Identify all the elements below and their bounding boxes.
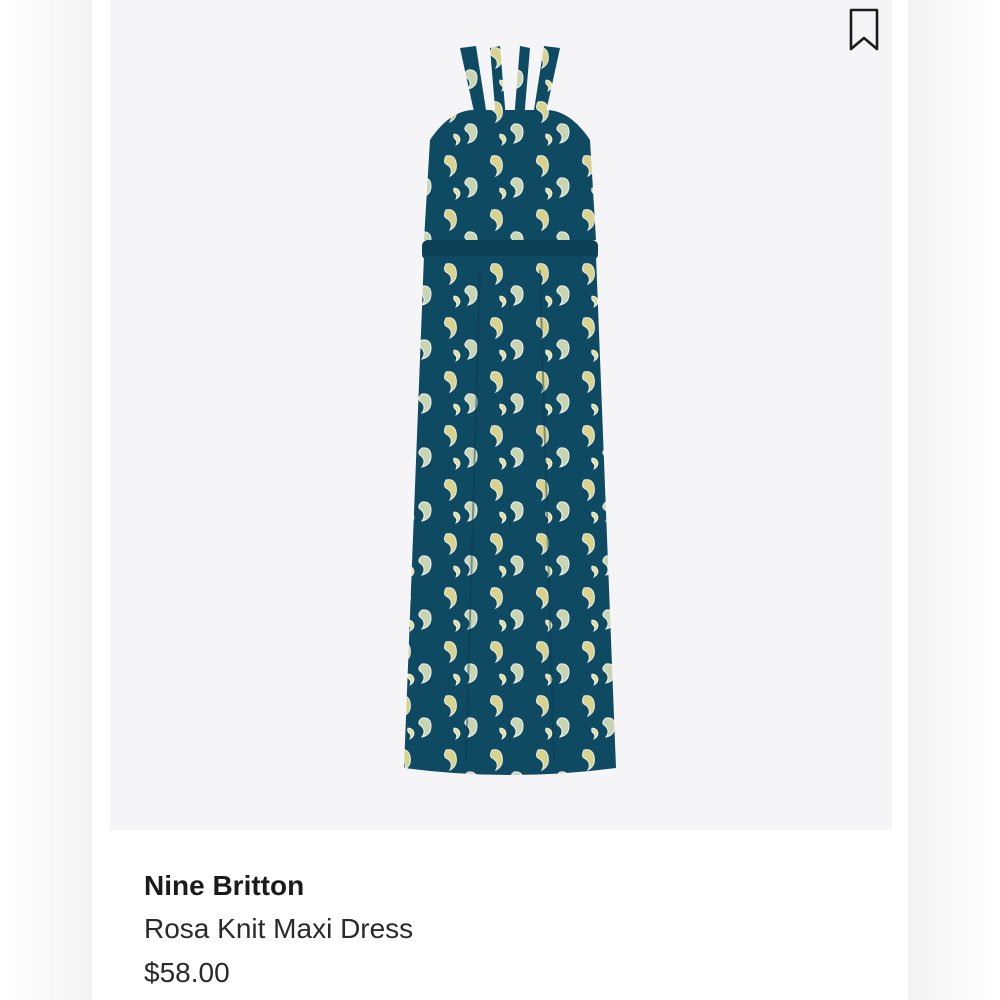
product-card[interactable]: Nine Britton Rosa Knit Maxi Dress $58.00 <box>92 0 908 1000</box>
dress-image <box>404 46 616 775</box>
product-name: Rosa Knit Maxi Dress <box>144 913 414 944</box>
right-background <box>892 0 1000 1000</box>
product-image[interactable] <box>110 0 892 830</box>
product-price: $58.00 <box>144 957 230 988</box>
bookmark-icon[interactable] <box>848 8 880 52</box>
product-page: Nine Britton Rosa Knit Maxi Dress $58.00 <box>0 0 1000 1000</box>
product-brand: Nine Britton <box>144 870 305 901</box>
product-info: Nine Britton Rosa Knit Maxi Dress $58.00 <box>144 868 844 992</box>
